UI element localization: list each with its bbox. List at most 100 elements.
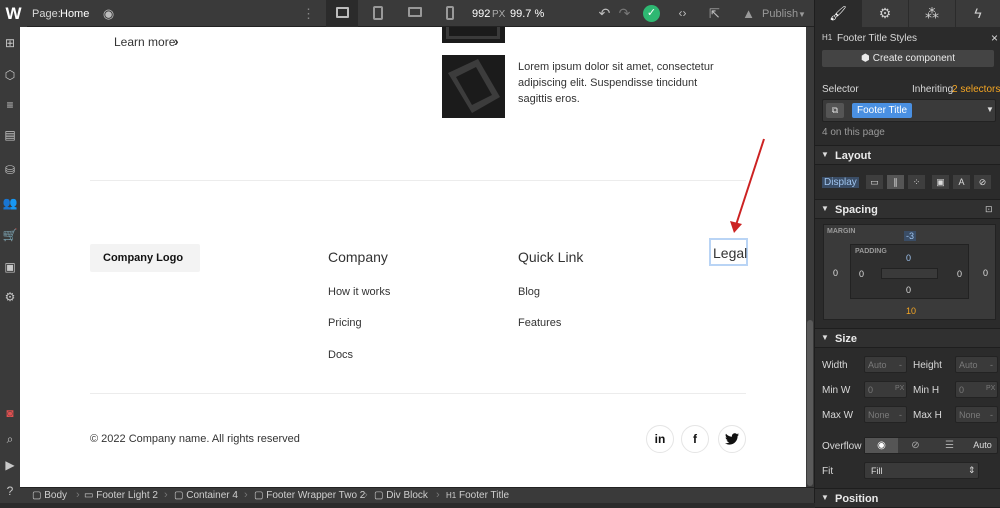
drag-handle-icon[interactable]: ⋮ bbox=[300, 5, 317, 22]
margin-bottom-value[interactable]: 10 bbox=[906, 306, 916, 316]
footer-link-pricing[interactable]: Pricing bbox=[328, 317, 362, 329]
scrollbar-thumb[interactable] bbox=[807, 320, 813, 486]
design-canvas[interactable]: Learn more › Lorem ipsum dolor sit amet,… bbox=[20, 27, 806, 487]
min-height-field[interactable]: 0 PX bbox=[955, 381, 998, 398]
footer-title-company[interactable]: Company bbox=[328, 249, 388, 265]
overflow-auto-button[interactable]: Auto bbox=[967, 438, 998, 453]
zoom-level[interactable]: 99.7 % bbox=[510, 8, 544, 20]
selector-field[interactable]: ⧉ Footer Title ▼ bbox=[822, 99, 996, 122]
crumb-container[interactable]: ▢ Container 4 bbox=[174, 490, 238, 501]
padding-right-value[interactable]: 0 bbox=[957, 269, 962, 279]
code-icon[interactable]: ‹› bbox=[674, 5, 691, 22]
undo-icon[interactable]: ↶ bbox=[596, 5, 613, 22]
add-panel-icon[interactable]: ⊞ bbox=[2, 35, 18, 51]
height-field[interactable]: Auto - bbox=[955, 356, 998, 373]
min-height-unit: PX bbox=[986, 385, 996, 392]
height-label: Height bbox=[913, 360, 942, 371]
spacing-preset-icon[interactable]: ⊡ bbox=[985, 204, 993, 215]
size-section-header[interactable]: ▼ Size bbox=[815, 328, 1000, 348]
fit-select[interactable]: Fill ⇕ bbox=[864, 462, 979, 479]
width-field[interactable]: Auto - bbox=[864, 356, 907, 373]
chevron-down-icon[interactable]: ▼ bbox=[986, 105, 994, 114]
display-inline-button[interactable]: A bbox=[952, 174, 971, 190]
assets-icon[interactable]: ▣ bbox=[2, 259, 18, 275]
style-tab[interactable]: 🖌 bbox=[815, 0, 862, 27]
display-none-button[interactable]: ⊘ bbox=[973, 174, 992, 190]
eye-preview-icon[interactable]: ◉ bbox=[100, 5, 117, 22]
publish-button[interactable]: Publish bbox=[762, 8, 798, 20]
selector-chip[interactable]: Footer Title bbox=[852, 103, 913, 118]
overflow-segmented-control[interactable]: ◉ ⊘ ☰ Auto bbox=[864, 437, 998, 454]
linkedin-icon[interactable]: in bbox=[646, 425, 674, 453]
display-block-button[interactable]: ▭ bbox=[865, 174, 884, 190]
footer-link-how-it-works[interactable]: How it works bbox=[328, 286, 390, 298]
spacing-section-header[interactable]: ▼ Spacing ⊡ bbox=[815, 199, 1000, 219]
annotation-arrow bbox=[730, 138, 765, 233]
ecommerce-icon[interactable]: 🛒 bbox=[2, 227, 18, 243]
company-logo-box[interactable]: Company Logo bbox=[90, 244, 200, 272]
desktop-breakpoint-button[interactable] bbox=[326, 0, 358, 27]
footer-title-legal[interactable]: Legal bbox=[713, 245, 747, 261]
style-manager-tab[interactable]: ⁂ bbox=[909, 0, 956, 27]
export-icon[interactable]: ⇱ bbox=[706, 5, 723, 22]
chevron-down-icon[interactable]: ▼ bbox=[798, 10, 806, 19]
symbols-icon[interactable]: ⬡ bbox=[2, 67, 18, 83]
pages-icon[interactable]: ▤ bbox=[2, 127, 18, 143]
footer-link-blog[interactable]: Blog bbox=[518, 286, 540, 298]
tablet-breakpoint-button[interactable] bbox=[362, 0, 394, 27]
search-icon[interactable]: ⌕ bbox=[2, 431, 18, 447]
max-height-field[interactable]: None - bbox=[955, 406, 998, 423]
cms-icon[interactable]: ⛁ bbox=[2, 162, 18, 178]
crumb-body[interactable]: ▢ Body bbox=[32, 490, 67, 501]
crumb-div-block[interactable]: ▢ Div Block bbox=[374, 490, 428, 501]
position-section-header[interactable]: ▼ Position bbox=[815, 488, 1000, 508]
redo-icon[interactable]: ↷ bbox=[616, 5, 633, 22]
page-selector[interactable]: Home bbox=[60, 8, 89, 20]
landscape-breakpoint-button[interactable] bbox=[398, 0, 430, 27]
settings-tab[interactable]: ⚙ bbox=[862, 0, 909, 27]
interactions-tab[interactable]: ϟ bbox=[956, 0, 1000, 27]
twitter-icon[interactable] bbox=[718, 425, 746, 453]
overflow-scroll-icon[interactable]: ☰ bbox=[933, 438, 966, 453]
footer-link-docs[interactable]: Docs bbox=[328, 349, 353, 361]
margin-box[interactable]: MARGIN -3 0 0 10 PADDING 0 0 0 0 bbox=[823, 224, 996, 320]
margin-right-value[interactable]: 0 bbox=[983, 268, 988, 278]
check-status-icon[interactable]: ✓ bbox=[643, 5, 660, 22]
max-width-field[interactable]: None - bbox=[864, 406, 907, 423]
crumb-footer-title[interactable]: H1 Footer Title bbox=[446, 490, 509, 501]
selector-settings-icon[interactable]: ⧉ bbox=[826, 103, 844, 118]
settings-gear-icon[interactable]: ⚙ bbox=[2, 289, 18, 305]
crumb-footer-wrapper[interactable]: ▢ Footer Wrapper Two 2 bbox=[254, 490, 365, 501]
canvas-width-value[interactable]: 992 bbox=[472, 8, 490, 20]
crumb-footer-light[interactable]: ▭ Footer Light 2 bbox=[84, 490, 158, 501]
video-icon[interactable]: ▶ bbox=[2, 457, 18, 473]
users-icon[interactable]: 👥 bbox=[2, 195, 18, 211]
help-icon[interactable]: ? bbox=[2, 483, 18, 499]
padding-box[interactable]: PADDING 0 0 0 0 bbox=[850, 244, 969, 299]
footer-link-features[interactable]: Features bbox=[518, 317, 561, 329]
record-icon[interactable]: ◙ bbox=[2, 405, 18, 421]
margin-left-value[interactable]: 0 bbox=[833, 268, 838, 278]
overflow-visible-icon[interactable]: ◉ bbox=[865, 438, 898, 453]
learn-more-link[interactable]: Learn more bbox=[114, 35, 175, 49]
display-inline-block-button[interactable]: ▣ bbox=[931, 174, 950, 190]
display-grid-button[interactable]: ⁘ bbox=[907, 174, 926, 190]
mobile-breakpoint-button[interactable] bbox=[434, 0, 466, 27]
caret-down-icon: ▼ bbox=[821, 204, 829, 213]
footer-title-quick-link[interactable]: Quick Link bbox=[518, 249, 583, 265]
webflow-logo[interactable]: W bbox=[0, 0, 27, 27]
create-component-button[interactable]: ⬢ Create component bbox=[822, 50, 994, 67]
display-flex-button[interactable]: ∥ bbox=[886, 174, 905, 190]
navigator-icon[interactable]: ≡ bbox=[2, 97, 18, 113]
padding-left-value[interactable]: 0 bbox=[859, 269, 864, 279]
layout-section-header[interactable]: ▼ Layout bbox=[815, 145, 1000, 165]
padding-top-value[interactable]: 0 bbox=[906, 253, 911, 263]
selected-element-outline[interactable]: Legal bbox=[709, 238, 748, 266]
margin-top-value[interactable]: -3 bbox=[904, 231, 917, 241]
close-icon[interactable]: × bbox=[991, 31, 998, 45]
facebook-icon[interactable]: f bbox=[681, 425, 709, 453]
overflow-hidden-icon[interactable]: ⊘ bbox=[899, 438, 932, 453]
padding-bottom-value[interactable]: 0 bbox=[906, 285, 911, 295]
min-width-field[interactable]: 0 PX bbox=[864, 381, 907, 398]
inheriting-link[interactable]: 2 selectors bbox=[952, 84, 1000, 95]
